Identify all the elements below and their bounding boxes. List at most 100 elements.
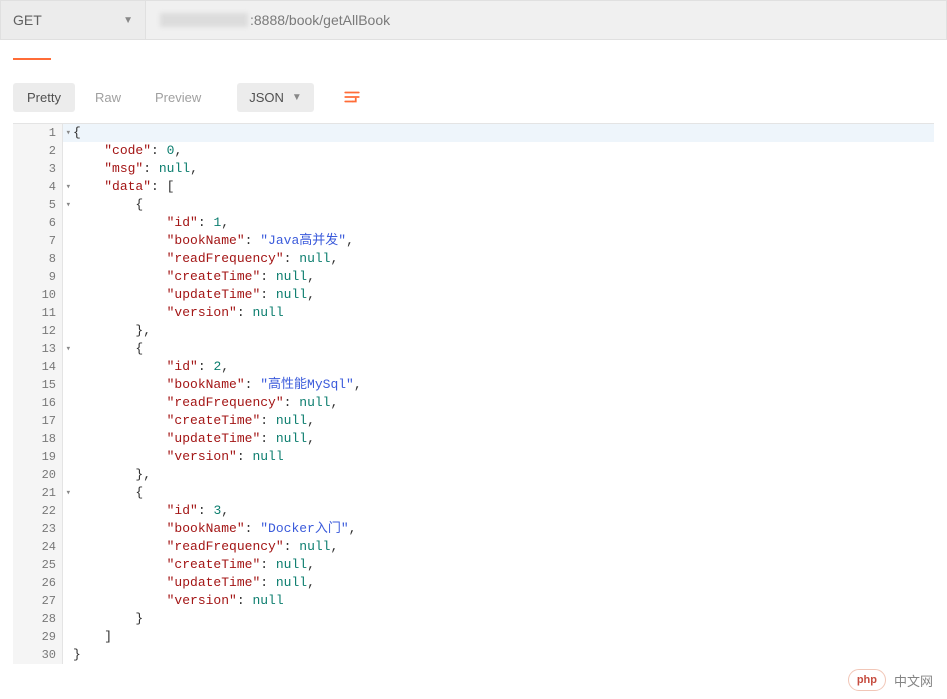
- code-line[interactable]: 28 }: [13, 610, 934, 628]
- watermark-bubble: php: [848, 669, 886, 691]
- fold-toggle-icon[interactable]: ▾: [66, 484, 71, 502]
- line-number[interactable]: 30: [13, 646, 63, 664]
- line-number[interactable]: 4▾: [13, 178, 63, 196]
- code-line[interactable]: 13▾ {: [13, 340, 934, 358]
- http-method-select[interactable]: GET ▼: [1, 1, 146, 39]
- code-content: "updateTime": null,: [63, 574, 934, 592]
- fold-toggle-icon[interactable]: ▾: [66, 178, 71, 196]
- watermark: php 中文网: [848, 669, 933, 691]
- code-line[interactable]: 2 "code": 0,: [13, 142, 934, 160]
- line-number[interactable]: 20: [13, 466, 63, 484]
- code-content: }: [63, 610, 934, 628]
- code-content: ]: [63, 628, 934, 646]
- tab-preview[interactable]: Preview: [141, 83, 215, 112]
- line-number[interactable]: 7: [13, 232, 63, 250]
- code-content: },: [63, 322, 934, 340]
- code-content: "readFrequency": null,: [63, 394, 934, 412]
- tab-pretty[interactable]: Pretty: [13, 83, 75, 112]
- line-number[interactable]: 22: [13, 502, 63, 520]
- code-line[interactable]: 15 "bookName": "高性能MySql",: [13, 376, 934, 394]
- code-line[interactable]: 19 "version": null: [13, 448, 934, 466]
- line-number[interactable]: 28: [13, 610, 63, 628]
- line-number[interactable]: 6: [13, 214, 63, 232]
- http-method-label: GET: [13, 12, 42, 28]
- line-number[interactable]: 18: [13, 430, 63, 448]
- code-line[interactable]: 17 "createTime": null,: [13, 412, 934, 430]
- code-content: "id": 2,: [63, 358, 934, 376]
- code-line[interactable]: 8 "readFrequency": null,: [13, 250, 934, 268]
- fold-toggle-icon[interactable]: ▾: [66, 124, 71, 142]
- code-content: "data": [: [63, 178, 934, 196]
- line-number[interactable]: 11: [13, 304, 63, 322]
- line-number[interactable]: 26: [13, 574, 63, 592]
- code-line[interactable]: 6 "id": 1,: [13, 214, 934, 232]
- request-bar: GET ▼ :8888/book/getAllBook: [0, 0, 947, 40]
- code-line[interactable]: 21▾ {: [13, 484, 934, 502]
- line-number[interactable]: 14: [13, 358, 63, 376]
- code-content: "version": null: [63, 448, 934, 466]
- code-line[interactable]: 20 },: [13, 466, 934, 484]
- code-content: "id": 1,: [63, 214, 934, 232]
- code-line[interactable]: 26 "updateTime": null,: [13, 574, 934, 592]
- line-number[interactable]: 9: [13, 268, 63, 286]
- line-number[interactable]: 2: [13, 142, 63, 160]
- line-number[interactable]: 21▾: [13, 484, 63, 502]
- code-line[interactable]: 30}: [13, 646, 934, 664]
- code-line[interactable]: 1▾{: [13, 124, 934, 142]
- line-number[interactable]: 15: [13, 376, 63, 394]
- code-line[interactable]: 22 "id": 3,: [13, 502, 934, 520]
- code-line[interactable]: 29 ]: [13, 628, 934, 646]
- line-number[interactable]: 1▾: [13, 124, 63, 142]
- code-line[interactable]: 11 "version": null: [13, 304, 934, 322]
- code-line[interactable]: 24 "readFrequency": null,: [13, 538, 934, 556]
- code-content: "updateTime": null,: [63, 286, 934, 304]
- code-line[interactable]: 25 "createTime": null,: [13, 556, 934, 574]
- code-content: "updateTime": null,: [63, 430, 934, 448]
- code-line[interactable]: 27 "version": null: [13, 592, 934, 610]
- wrap-icon: [343, 88, 361, 106]
- code-line[interactable]: 7 "bookName": "Java高并发",: [13, 232, 934, 250]
- line-number[interactable]: 24: [13, 538, 63, 556]
- code-content: "msg": null,: [63, 160, 934, 178]
- line-number[interactable]: 27: [13, 592, 63, 610]
- tab-raw[interactable]: Raw: [81, 83, 135, 112]
- code-content: }: [63, 646, 934, 664]
- code-line[interactable]: 16 "readFrequency": null,: [13, 394, 934, 412]
- line-number[interactable]: 17: [13, 412, 63, 430]
- code-content: "bookName": "Java高并发",: [63, 232, 934, 250]
- chevron-down-icon: ▼: [123, 15, 133, 26]
- line-number[interactable]: 12: [13, 322, 63, 340]
- fold-toggle-icon[interactable]: ▾: [66, 340, 71, 358]
- code-line[interactable]: 3 "msg": null,: [13, 160, 934, 178]
- url-input[interactable]: :8888/book/getAllBook: [146, 1, 946, 39]
- code-line[interactable]: 23 "bookName": "Docker入门",: [13, 520, 934, 538]
- code-content: {: [63, 196, 934, 214]
- line-number[interactable]: 5▾: [13, 196, 63, 214]
- line-number[interactable]: 3: [13, 160, 63, 178]
- line-number[interactable]: 13▾: [13, 340, 63, 358]
- code-content: {: [63, 340, 934, 358]
- response-body[interactable]: 1▾{2 "code": 0,3 "msg": null,4▾ "data": …: [13, 123, 934, 664]
- line-number[interactable]: 19: [13, 448, 63, 466]
- code-line[interactable]: 12 },: [13, 322, 934, 340]
- line-number[interactable]: 23: [13, 520, 63, 538]
- code-line[interactable]: 14 "id": 2,: [13, 358, 934, 376]
- code-line[interactable]: 5▾ {: [13, 196, 934, 214]
- line-number[interactable]: 29: [13, 628, 63, 646]
- code-line[interactable]: 18 "updateTime": null,: [13, 430, 934, 448]
- code-content: {: [63, 124, 934, 142]
- fold-toggle-icon[interactable]: ▾: [66, 196, 71, 214]
- code-content: "createTime": null,: [63, 556, 934, 574]
- line-number[interactable]: 25: [13, 556, 63, 574]
- response-toolbar: Pretty Raw Preview JSON ▼: [0, 68, 947, 121]
- code-content: "version": null: [63, 304, 934, 322]
- line-number[interactable]: 10: [13, 286, 63, 304]
- code-line[interactable]: 4▾ "data": [: [13, 178, 934, 196]
- code-line[interactable]: 9 "createTime": null,: [13, 268, 934, 286]
- code-line[interactable]: 10 "updateTime": null,: [13, 286, 934, 304]
- code-content: "createTime": null,: [63, 268, 934, 286]
- line-number[interactable]: 8: [13, 250, 63, 268]
- format-select[interactable]: JSON ▼: [237, 83, 314, 112]
- line-number[interactable]: 16: [13, 394, 63, 412]
- wrap-lines-button[interactable]: [336, 81, 368, 113]
